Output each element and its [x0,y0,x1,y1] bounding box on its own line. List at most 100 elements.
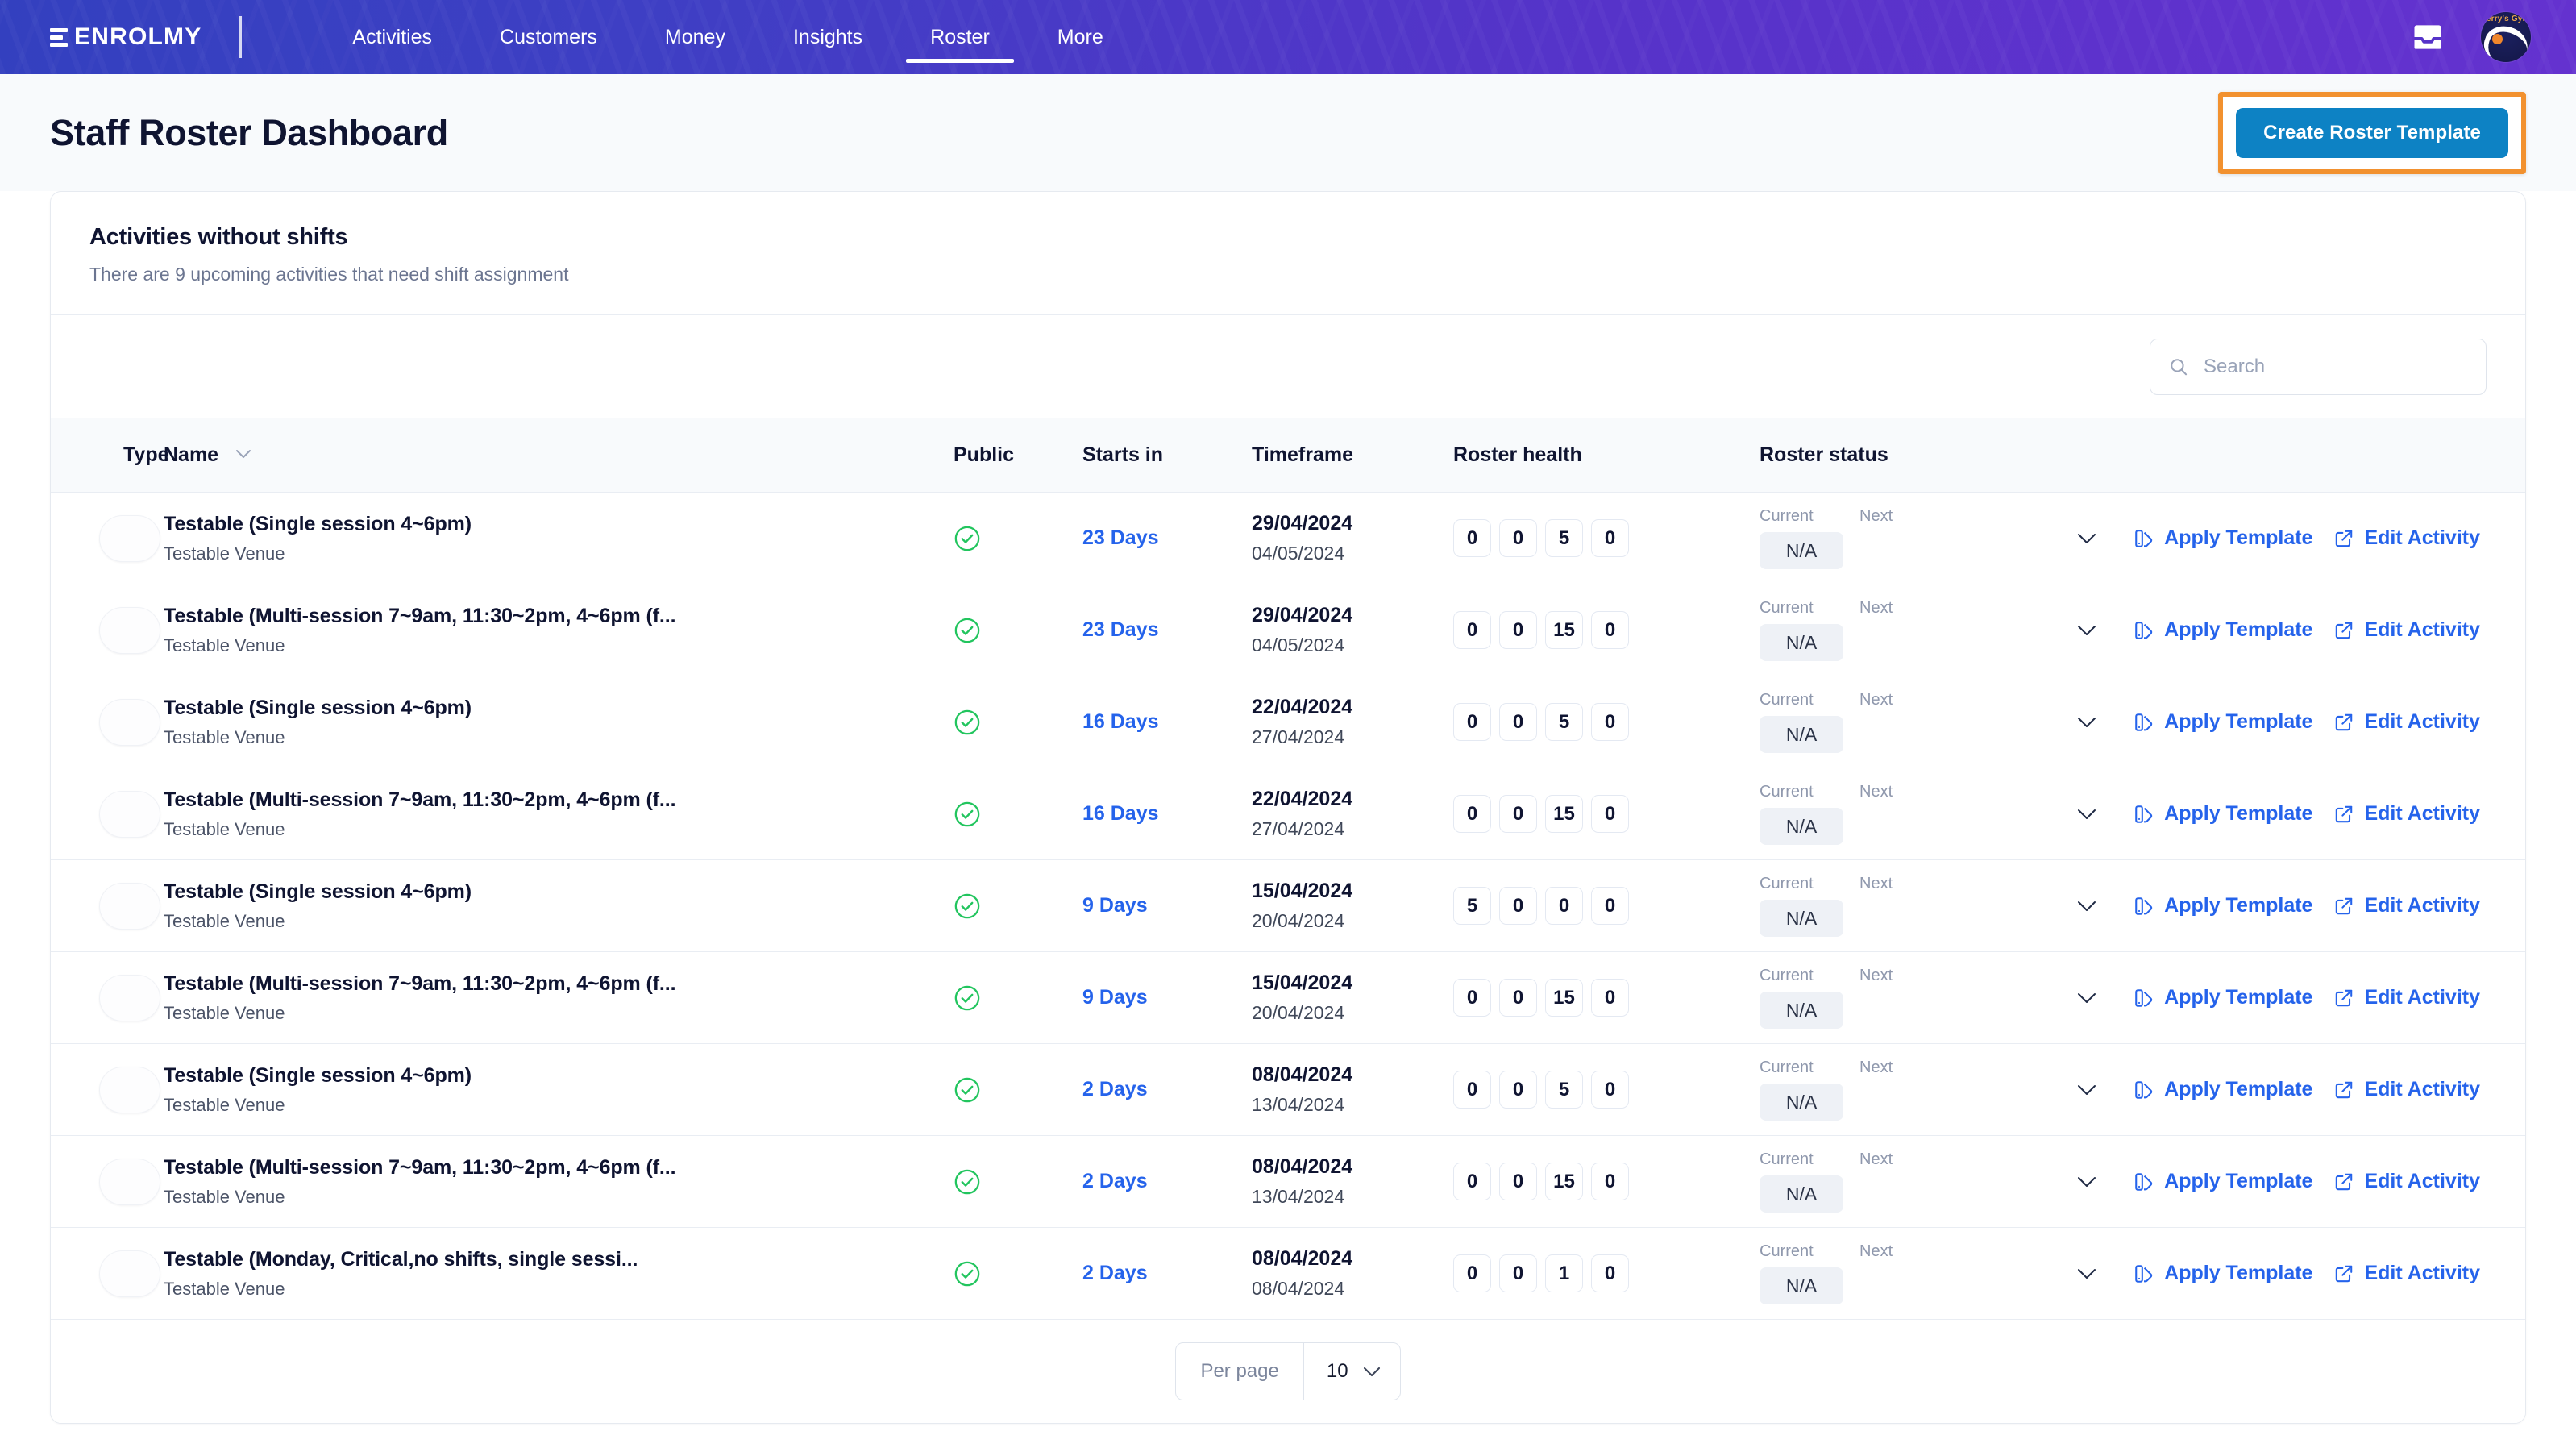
health-pill-1[interactable]: 0 [1499,1071,1537,1109]
activity-name[interactable]: Testable (Single session 4~6pm) [164,513,954,536]
column-header-starts-in[interactable]: Starts in [1082,418,1252,493]
column-header-name[interactable]: Name [164,418,954,493]
activity-name[interactable]: Testable (Multi-session 7~9am, 11:30~2pm… [164,605,954,628]
health-pill-1[interactable]: 0 [1499,979,1537,1017]
table-row[interactable]: Testable (Single session 4~6pm) Testable… [51,492,2525,584]
column-header-roster-status[interactable]: Roster status [1760,418,2009,493]
health-pill-0[interactable]: 0 [1453,611,1491,649]
table-row[interactable]: Testable (Multi-session 7~9am, 11:30~2pm… [51,951,2525,1044]
chevron-down-icon[interactable] [235,449,251,459]
create-roster-template-button[interactable]: Create Roster Template [2236,107,2508,158]
inbox-icon[interactable] [2410,19,2445,55]
nav-item-money[interactable]: Money [631,0,759,74]
brand[interactable]: ENROLMY [50,16,243,58]
starts-in-value[interactable]: 9 Days [1082,986,1252,1009]
column-header-roster-health[interactable]: Roster health [1453,418,1760,493]
health-pill-0[interactable]: 0 [1453,519,1491,557]
health-pill-1[interactable]: 0 [1499,703,1537,741]
nav-item-insights[interactable]: Insights [759,0,896,74]
health-pill-0[interactable]: 0 [1453,1254,1491,1292]
table-row[interactable]: Testable (Single session 4~6pm) Testable… [51,676,2525,768]
starts-in-value[interactable]: 16 Days [1082,710,1252,734]
expand-row-chevron-down-icon[interactable] [2077,625,2096,636]
health-pill-0[interactable]: 5 [1453,887,1491,925]
activity-name[interactable]: Testable (Multi-session 7~9am, 11:30~2pm… [164,972,954,996]
starts-in-value[interactable]: 23 Days [1082,526,1252,550]
health-pill-2[interactable]: 5 [1545,519,1583,557]
table-row[interactable]: Testable (Multi-session 7~9am, 11:30~2pm… [51,1135,2525,1228]
column-header-public[interactable]: Public [954,418,1082,493]
health-pill-2[interactable]: 0 [1545,887,1583,925]
table-row[interactable]: Testable (Monday, Critical,no shifts, si… [51,1227,2525,1320]
expand-row-chevron-down-icon[interactable] [2077,901,2096,912]
health-pill-1[interactable]: 0 [1499,887,1537,925]
health-pill-2[interactable]: 15 [1545,1163,1583,1200]
edit-activity-button[interactable]: Edit Activity [2333,894,2480,917]
apply-template-button[interactable]: Apply Template [2134,986,2312,1009]
health-pill-1[interactable]: 0 [1499,1254,1537,1292]
edit-activity-button[interactable]: Edit Activity [2333,1170,2480,1193]
health-pill-3[interactable]: 0 [1591,611,1629,649]
table-row[interactable]: Testable (Multi-session 7~9am, 11:30~2pm… [51,768,2525,860]
health-pill-2[interactable]: 15 [1545,795,1583,833]
search-box[interactable] [2150,338,2487,395]
edit-activity-button[interactable]: Edit Activity [2333,526,2480,550]
apply-template-button[interactable]: Apply Template [2134,1078,2312,1101]
health-pill-3[interactable]: 0 [1591,519,1629,557]
health-pill-0[interactable]: 0 [1453,1071,1491,1109]
health-pill-0[interactable]: 0 [1453,979,1491,1017]
health-pill-1[interactable]: 0 [1499,519,1537,557]
expand-row-chevron-down-icon[interactable] [2077,809,2096,820]
health-pill-2[interactable]: 5 [1545,1071,1583,1109]
search-input[interactable] [2204,355,2468,378]
apply-template-button[interactable]: Apply Template [2134,710,2312,734]
health-pill-3[interactable]: 0 [1591,795,1629,833]
health-pill-1[interactable]: 0 [1499,795,1537,833]
health-pill-3[interactable]: 0 [1591,1254,1629,1292]
apply-template-button[interactable]: Apply Template [2134,526,2312,550]
health-pill-0[interactable]: 0 [1453,703,1491,741]
starts-in-value[interactable]: 23 Days [1082,618,1252,642]
edit-activity-button[interactable]: Edit Activity [2333,618,2480,642]
table-row[interactable]: Testable (Single session 4~6pm) Testable… [51,1043,2525,1136]
per-page-select[interactable]: 10 [1303,1343,1400,1400]
edit-activity-button[interactable]: Edit Activity [2333,802,2480,826]
apply-template-button[interactable]: Apply Template [2134,802,2312,826]
health-pill-2[interactable]: 15 [1545,611,1583,649]
health-pill-2[interactable]: 5 [1545,703,1583,741]
starts-in-value[interactable]: 2 Days [1082,1078,1252,1101]
edit-activity-button[interactable]: Edit Activity [2333,1262,2480,1285]
nav-item-more[interactable]: More [1024,0,1137,74]
activity-name[interactable]: Testable (Single session 4~6pm) [164,1064,954,1088]
apply-template-button[interactable]: Apply Template [2134,1262,2312,1285]
health-pill-2[interactable]: 1 [1545,1254,1583,1292]
activity-name[interactable]: Testable (Single session 4~6pm) [164,697,954,720]
expand-row-chevron-down-icon[interactable] [2077,1176,2096,1188]
nav-item-roster[interactable]: Roster [896,0,1024,74]
table-row[interactable]: Testable (Multi-session 7~9am, 11:30~2pm… [51,584,2525,676]
health-pill-1[interactable]: 0 [1499,611,1537,649]
activity-name[interactable]: Testable (Monday, Critical,no shifts, si… [164,1248,954,1271]
starts-in-value[interactable]: 2 Days [1082,1262,1252,1285]
health-pill-3[interactable]: 0 [1591,1163,1629,1200]
edit-activity-button[interactable]: Edit Activity [2333,710,2480,734]
health-pill-1[interactable]: 0 [1499,1163,1537,1200]
health-pill-3[interactable]: 0 [1591,1071,1629,1109]
health-pill-0[interactable]: 0 [1453,1163,1491,1200]
starts-in-value[interactable]: 9 Days [1082,894,1252,917]
apply-template-button[interactable]: Apply Template [2134,618,2312,642]
apply-template-button[interactable]: Apply Template [2134,894,2312,917]
edit-activity-button[interactable]: Edit Activity [2333,986,2480,1009]
expand-row-chevron-down-icon[interactable] [2077,717,2096,728]
per-page-control[interactable]: Per page 10 [1175,1342,1401,1400]
nav-item-activities[interactable]: Activities [318,0,466,74]
column-header-timeframe[interactable]: Timeframe [1252,418,1453,493]
health-pill-3[interactable]: 0 [1591,887,1629,925]
health-pill-2[interactable]: 15 [1545,979,1583,1017]
activity-name[interactable]: Testable (Multi-session 7~9am, 11:30~2pm… [164,788,954,812]
health-pill-3[interactable]: 0 [1591,979,1629,1017]
expand-row-chevron-down-icon[interactable] [2077,992,2096,1004]
nav-item-customers[interactable]: Customers [466,0,631,74]
edit-activity-button[interactable]: Edit Activity [2333,1078,2480,1101]
table-row[interactable]: Testable (Single session 4~6pm) Testable… [51,859,2525,952]
